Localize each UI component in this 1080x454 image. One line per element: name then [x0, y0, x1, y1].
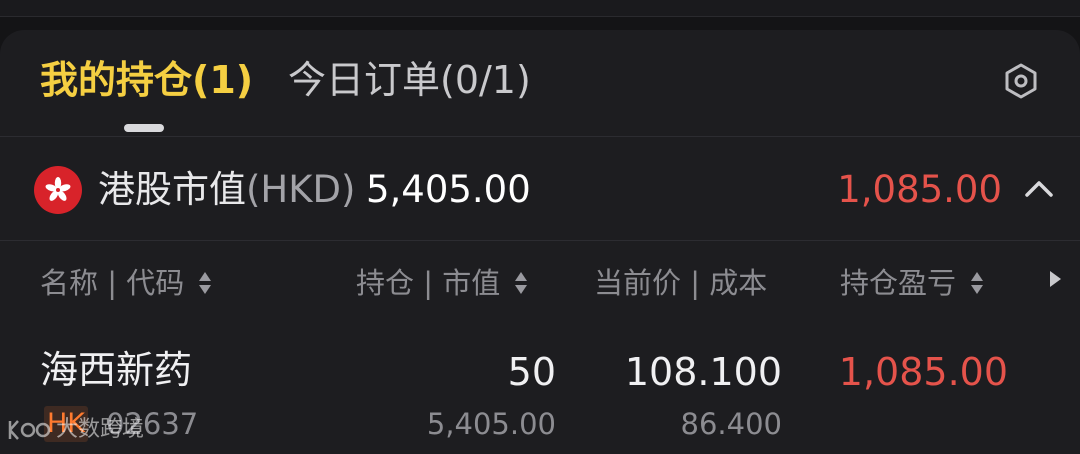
summary-divider [0, 240, 1080, 241]
column-header-profit-loss[interactable]: 持仓盈亏 [840, 258, 984, 308]
column-header-price-cost[interactable]: 当前价 | 成本 [594, 258, 767, 308]
column-header-holding-value[interactable]: 持仓 | 市值 [356, 258, 528, 308]
tab-my-holdings[interactable]: 我的持仓(1) [40, 50, 253, 110]
currency-label: (HKD) [246, 168, 356, 211]
position-market-value: 5,405.00 [426, 407, 556, 441]
watermark-text: 大数跨境 [56, 417, 145, 442]
sort-icon [198, 270, 212, 296]
column-header-label: 名称 | 代码 [40, 266, 185, 300]
active-tab-indicator [124, 124, 164, 132]
cost-price: 86.400 [680, 407, 782, 441]
column-header-name-code[interactable]: 名称 | 代码 [40, 258, 212, 308]
tab-today-orders[interactable]: 今日订单(0/1) [288, 50, 531, 110]
current-price: 108.100 [624, 350, 782, 394]
tabs-divider [0, 136, 1080, 137]
total-profit-loss: 1,085.00 [837, 168, 1002, 211]
collapse-button[interactable] [1020, 170, 1058, 208]
chevron-up-icon [1025, 181, 1053, 197]
column-header-label: 持仓 | 市值 [356, 266, 501, 300]
holdings-screen: 我的持仓(1) 今日订单(0/1) 港股市值(HKD) 5,405.00 1,0… [0, 0, 1080, 454]
hong-kong-flag-icon [34, 166, 82, 214]
sort-icon [514, 270, 528, 296]
settings-hexagon-icon [1005, 63, 1037, 99]
sort-icon [970, 270, 984, 296]
column-header-label: 持仓盈亏 [840, 266, 957, 300]
stock-name: 海西新药 [40, 348, 193, 392]
market-name: 港股市值 [98, 168, 246, 211]
column-header-label: 当前价 | 成本 [594, 266, 768, 300]
settings-button[interactable] [1000, 60, 1042, 102]
watermark-logo-icon [8, 420, 51, 440]
position-profit-loss: 1,085.00 [838, 350, 1008, 394]
more-columns-arrow-icon[interactable] [1050, 271, 1061, 287]
market-value-label: 港股市值(HKD) [98, 160, 355, 220]
watermark: 大数跨境 [6, 412, 144, 448]
total-market-value: 5,405.00 [366, 168, 531, 211]
position-quantity: 50 [507, 350, 556, 394]
top-strip [0, 0, 1080, 17]
